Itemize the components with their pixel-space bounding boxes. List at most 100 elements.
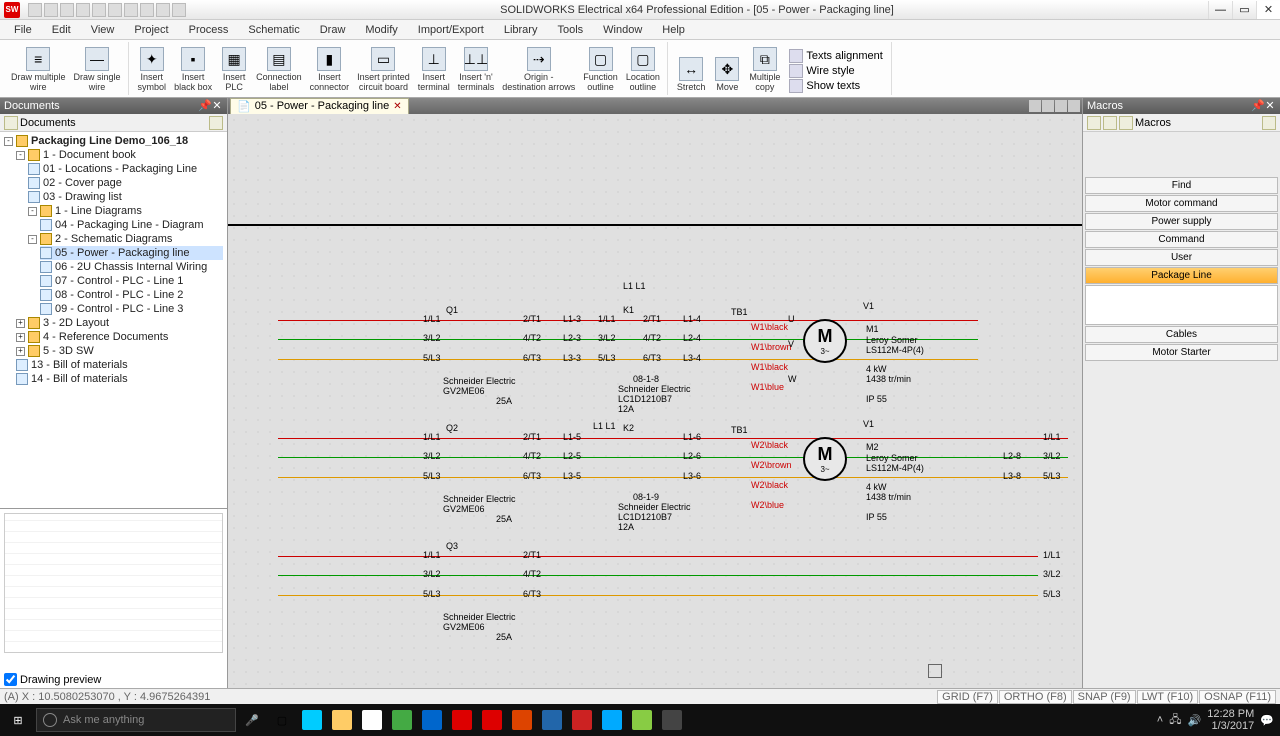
doc-folder-icon[interactable]	[4, 116, 18, 130]
show-texts-button[interactable]: Show texts	[789, 79, 882, 93]
macros-info-icon[interactable]	[1103, 116, 1117, 130]
insert-blackbox-button[interactable]: ▪Insert black box	[171, 45, 215, 95]
menu-schematic[interactable]: Schematic	[238, 22, 309, 38]
draw-single-wire-button[interactable]: —Draw single wire	[71, 45, 124, 95]
macro-package-line[interactable]: Package Line	[1085, 267, 1278, 284]
search-box[interactable]: Ask me anything	[36, 708, 236, 732]
texts-alignment-button[interactable]: Texts alignment	[789, 49, 882, 63]
menu-project[interactable]: Project	[124, 22, 178, 38]
taskbar-powerpoint-icon[interactable]	[508, 706, 536, 734]
menu-view[interactable]: View	[81, 22, 125, 38]
qat-zoom-out-icon[interactable]	[140, 3, 154, 17]
qat-undo-icon[interactable]	[92, 3, 106, 17]
menu-tools[interactable]: Tools	[547, 22, 593, 38]
taskbar-edge-icon[interactable]	[298, 706, 326, 734]
macro-motor-starter[interactable]: Motor Starter	[1085, 344, 1278, 361]
taskbar-store-icon[interactable]	[358, 706, 386, 734]
move-button[interactable]: ✥Move	[710, 55, 744, 95]
tab-close-icon[interactable]: ✕	[393, 101, 401, 112]
status-ortho-button[interactable]: ORTHO (F8)	[999, 690, 1072, 704]
menu-draw[interactable]: Draw	[310, 22, 356, 38]
taskbar-chrome-icon[interactable]	[388, 706, 416, 734]
taskbar-word-icon[interactable]	[538, 706, 566, 734]
taskbar-app2-icon[interactable]	[628, 706, 656, 734]
tray-network-icon[interactable]: 🖧	[1169, 711, 1181, 730]
macro-motor-command[interactable]: Motor command	[1085, 195, 1278, 212]
stretch-button[interactable]: ↔Stretch	[674, 55, 709, 95]
taskbar-outlook-icon[interactable]	[418, 706, 446, 734]
menu-edit[interactable]: Edit	[42, 22, 81, 38]
taskbar-skype-icon[interactable]	[598, 706, 626, 734]
tray-volume-icon[interactable]: 🔊	[1188, 714, 1202, 727]
macros-pin-icon[interactable]: 📌	[1252, 100, 1264, 112]
qat-refresh-icon[interactable]	[172, 3, 186, 17]
taskbar-taskview-icon[interactable]: ▢	[268, 706, 296, 734]
doc-refresh-icon[interactable]	[209, 116, 223, 130]
schematic-canvas[interactable]: Q1 K1 L1 L1 TB1 V1 M1 1/L1 2/T1 3/L2 4/T…	[228, 114, 1082, 688]
taskbar-swe-icon[interactable]	[478, 706, 506, 734]
status-osnap-button[interactable]: OSNAP (F11)	[1199, 690, 1276, 704]
menu-window[interactable]: Window	[593, 22, 652, 38]
function-outline-button[interactable]: ▢Function outline	[580, 45, 621, 95]
macros-settings-icon[interactable]	[1262, 116, 1276, 130]
close-button[interactable]: ✕	[1256, 1, 1280, 19]
location-outline-button[interactable]: ▢Location outline	[623, 45, 663, 95]
maximize-button[interactable]: ▭	[1232, 1, 1256, 19]
menu-help[interactable]: Help	[652, 22, 695, 38]
status-lwt-button[interactable]: LWT (F10)	[1137, 690, 1199, 704]
macro-user[interactable]: User	[1085, 249, 1278, 266]
insert-n-terminals-button[interactable]: ⊥⊥Insert 'n' terminals	[455, 45, 498, 95]
qat-print-icon[interactable]	[76, 3, 90, 17]
connection-label-button[interactable]: ▤Connection label	[253, 45, 305, 95]
status-snap-button[interactable]: SNAP (F9)	[1073, 690, 1136, 704]
taskbar-sw-icon[interactable]	[448, 706, 476, 734]
minimize-button[interactable]: —	[1208, 1, 1232, 19]
macro-cables[interactable]: Cables	[1085, 326, 1278, 343]
qat-save-icon[interactable]	[60, 3, 74, 17]
macro-find[interactable]: Find	[1085, 177, 1278, 194]
qat-zoom-in-icon[interactable]	[124, 3, 138, 17]
insert-connector-button[interactable]: ▮Insert connector	[307, 45, 353, 95]
insert-terminal-button[interactable]: ⊥Insert terminal	[415, 45, 453, 95]
panel-close-icon[interactable]: ✕	[211, 100, 223, 112]
macro-command[interactable]: Command	[1085, 231, 1278, 248]
tree-selected-item[interactable]: 05 - Power - Packaging line	[40, 246, 223, 260]
macros-star-icon[interactable]	[1119, 116, 1133, 130]
insert-pcb-button[interactable]: ▭Insert printed circuit board	[354, 45, 413, 95]
tab-close-all-icon[interactable]	[1068, 100, 1080, 112]
menu-import-export[interactable]: Import/Export	[408, 22, 494, 38]
menu-modify[interactable]: Modify	[355, 22, 407, 38]
qat-zoom-fit-icon[interactable]	[156, 3, 170, 17]
taskbar-app3-icon[interactable]	[658, 706, 686, 734]
taskbar-mic-icon[interactable]: 🎤	[238, 706, 266, 734]
document-tab[interactable]: 📄 05 - Power - Packaging line ✕	[230, 98, 409, 115]
menu-file[interactable]: File	[4, 22, 42, 38]
tray-notifications-icon[interactable]: 💬	[1260, 714, 1274, 727]
macro-expanded-area[interactable]	[1085, 285, 1278, 325]
quick-access-toolbar[interactable]	[28, 3, 186, 17]
wire-style-button[interactable]: Wire style	[789, 64, 882, 78]
tab-prev-icon[interactable]	[1029, 100, 1041, 112]
origin-destination-button[interactable]: ⇢Origin - destination arrows	[499, 45, 578, 95]
taskbar-explorer-icon[interactable]	[328, 706, 356, 734]
system-tray[interactable]: ˄ 🖧 🔊 12:28 PM 1/3/2017 💬	[1157, 708, 1278, 732]
macros-home-icon[interactable]	[1087, 116, 1101, 130]
tray-chevron-icon[interactable]: ˄	[1157, 714, 1163, 726]
taskbar-app-icon[interactable]	[568, 706, 596, 734]
qat-redo-icon[interactable]	[108, 3, 122, 17]
documents-tree[interactable]: -Packaging Line Demo_106_18 -1 - Documen…	[0, 132, 227, 508]
tab-menu-icon[interactable]	[1055, 100, 1067, 112]
preview-checkbox[interactable]	[4, 673, 17, 686]
multiple-copy-button[interactable]: ⧉Multiple copy	[746, 45, 783, 95]
menu-process[interactable]: Process	[179, 22, 239, 38]
macros-close-icon[interactable]: ✕	[1264, 100, 1276, 112]
insert-symbol-button[interactable]: ✦Insert symbol	[135, 45, 170, 95]
insert-plc-button[interactable]: ▦Insert PLC	[217, 45, 251, 95]
start-button[interactable]: ⊞	[2, 706, 34, 734]
status-grid-button[interactable]: GRID (F7)	[937, 690, 998, 704]
panel-pin-icon[interactable]: 📌	[199, 100, 211, 112]
tray-clock[interactable]: 12:28 PM 1/3/2017	[1207, 708, 1254, 732]
draw-multiple-wire-button[interactable]: ≡Draw multiple wire	[8, 45, 69, 95]
tab-next-icon[interactable]	[1042, 100, 1054, 112]
macro-power-supply[interactable]: Power supply	[1085, 213, 1278, 230]
